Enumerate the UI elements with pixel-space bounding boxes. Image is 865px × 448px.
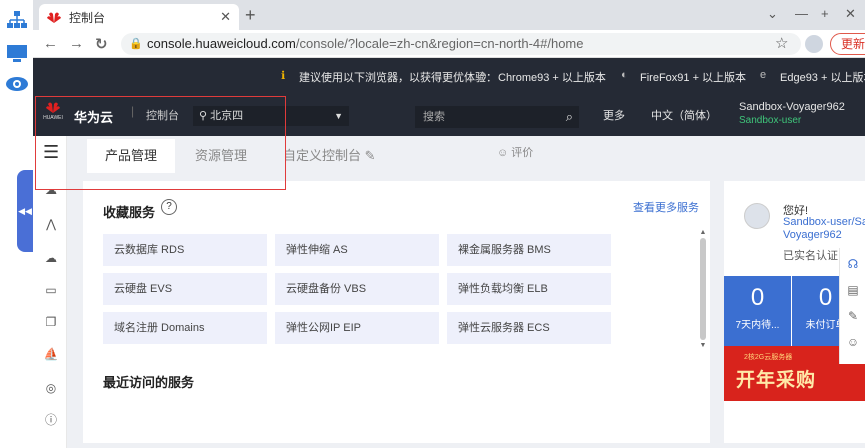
help-icon[interactable]: ? bbox=[161, 199, 177, 215]
address-toolbar: ← → ↻ 🔒 console.huaweicloud.com/console/… bbox=[33, 30, 865, 58]
favorites-scrollbar[interactable]: ▲ ▼ bbox=[698, 229, 708, 355]
browser-tabbar: 控制台 ✕ + ⌄ — + ✕ bbox=[33, 0, 865, 30]
user-subtitle: Sandbox-user bbox=[739, 115, 802, 126]
cloud-icon[interactable]: ☁ bbox=[43, 250, 59, 266]
close-tab-icon[interactable]: ✕ bbox=[220, 9, 231, 25]
main-content: 收藏服务 ? 查看更多服务 云数据库 RDS 弹性伸缩 AS 裸金属服务器 BM… bbox=[67, 176, 865, 448]
org-chart-icon[interactable] bbox=[5, 8, 29, 32]
info-icon: ℹ bbox=[281, 70, 286, 82]
pending-stat[interactable]: 0 7天内待... bbox=[724, 276, 791, 346]
copy-icon[interactable]: ❐ bbox=[43, 314, 59, 330]
monitor-icon[interactable] bbox=[5, 42, 29, 66]
bookmark-star-icon[interactable]: ☆ bbox=[775, 34, 788, 52]
notice-chrome: Chrome93 + 以上版本 bbox=[498, 72, 606, 84]
new-tab-button[interactable]: + bbox=[245, 5, 256, 26]
browser-notice-bar: ℹ 建议使用以下浏览器，以获得更优体验： ◎ Chrome93 + 以上版本 ◐… bbox=[33, 58, 865, 94]
dropdown-arrow-icon: ▼ bbox=[334, 111, 343, 121]
more-services-link[interactable]: 查看更多服务 bbox=[633, 199, 699, 215]
disk-icon[interactable]: ▭ bbox=[43, 282, 59, 298]
notice-edge: Edge93 + 以上版本 bbox=[780, 72, 865, 84]
highlight-box bbox=[35, 96, 286, 190]
url-field[interactable]: 🔒 console.huaweicloud.com/console/?local… bbox=[121, 33, 801, 55]
url-host: console.huaweicloud.com bbox=[147, 36, 296, 51]
boat-icon[interactable]: ⛵ bbox=[43, 346, 59, 362]
tab-search-icon[interactable]: ⌄ bbox=[767, 6, 778, 22]
maximize-icon[interactable]: + bbox=[821, 6, 829, 21]
desktop-strip: ◀◀ bbox=[0, 0, 33, 448]
avatar[interactable] bbox=[744, 203, 770, 229]
update-button[interactable]: 更新 ⋮ bbox=[830, 33, 865, 55]
document-icon[interactable]: ▤ bbox=[845, 282, 861, 298]
favorites-card: 收藏服务 ? 查看更多服务 云数据库 RDS 弹性伸缩 AS 裸金属服务器 BM… bbox=[83, 181, 710, 443]
search-icon[interactable]: ⌕ bbox=[566, 106, 573, 128]
verified-status: 已实名认证 bbox=[783, 250, 838, 262]
floating-toolbar: ☊ ▤ ✎ ☺ bbox=[839, 248, 865, 364]
notice-text: 建议使用以下浏览器，以获得更优体验： bbox=[299, 72, 497, 84]
more-menu[interactable]: 更多 bbox=[603, 107, 625, 123]
search-placeholder: 搜索 bbox=[423, 111, 445, 123]
browser-tab[interactable]: 控制台 ✕ bbox=[39, 4, 239, 30]
lock-icon: 🔒 bbox=[129, 38, 143, 50]
service-item[interactable]: 弹性伸缩 AS bbox=[275, 234, 439, 266]
tab-custom[interactable]: 自定义控制台 ✎ bbox=[283, 139, 376, 173]
service-item[interactable]: 云硬盘备份 VBS bbox=[275, 273, 439, 305]
window-close-icon[interactable]: ✕ bbox=[845, 6, 856, 22]
ip-icon[interactable]: ⓘ bbox=[43, 412, 59, 428]
username[interactable]: Sandbox-Voyager962 bbox=[739, 101, 845, 113]
url-path: /console/?locale=zh-cn&region=cn-north-4… bbox=[295, 36, 584, 51]
side-collapse-tab[interactable]: ◀◀ bbox=[17, 170, 33, 252]
mountain-icon[interactable]: ⋀ bbox=[43, 216, 59, 232]
headset-icon[interactable]: ☊ bbox=[845, 256, 861, 272]
chrome-icon: ◎ bbox=[477, 70, 487, 82]
search-input[interactable]: 搜索 ⌕ bbox=[415, 106, 579, 128]
tab-title: 控制台 bbox=[69, 10, 106, 25]
reload-icon[interactable]: ↻ bbox=[95, 35, 108, 53]
smile-feedback-icon[interactable]: ☺ bbox=[845, 334, 861, 350]
forward-icon[interactable]: → bbox=[69, 35, 84, 52]
account-name-line1[interactable]: Sandbox-user/San bbox=[783, 216, 865, 228]
profile-avatar[interactable] bbox=[805, 35, 823, 53]
service-item[interactable]: 弹性负载均衡 ELB bbox=[447, 273, 611, 305]
service-item[interactable]: 云硬盘 EVS bbox=[103, 273, 267, 305]
edit-pencil-icon: ✎ bbox=[364, 148, 376, 163]
back-icon[interactable]: ← bbox=[43, 35, 58, 52]
service-item[interactable]: 域名注册 Domains bbox=[103, 312, 267, 344]
minimize-icon[interactable]: — bbox=[795, 6, 808, 21]
notice-firefox: FireFox91 + 以上版本 bbox=[640, 72, 747, 84]
service-item[interactable]: 云数据库 RDS bbox=[103, 234, 267, 266]
smile-icon: ☺ bbox=[497, 147, 509, 159]
service-item[interactable]: 弹性云服务器 ECS bbox=[447, 312, 611, 344]
firefox-icon: ◐ bbox=[621, 69, 628, 81]
edge-icon: e bbox=[760, 69, 767, 81]
huawei-favicon-icon bbox=[47, 12, 61, 23]
recent-title: 最近访问的服务 bbox=[103, 375, 195, 390]
service-item[interactable]: 弹性公网IP EIP bbox=[275, 312, 439, 344]
rating-link[interactable]: ☺ 评价 bbox=[497, 136, 533, 170]
account-name-line2[interactable]: Voyager962 bbox=[783, 229, 842, 241]
service-item[interactable]: 裸金属服务器 BMS bbox=[447, 234, 611, 266]
favorites-title: 收藏服务 bbox=[103, 205, 156, 220]
edit-icon[interactable]: ✎ bbox=[845, 308, 861, 324]
globe-icon[interactable]: ◎ bbox=[43, 380, 59, 396]
eye-icon[interactable] bbox=[5, 72, 29, 96]
language-select[interactable]: 中文（简体） bbox=[651, 107, 717, 123]
